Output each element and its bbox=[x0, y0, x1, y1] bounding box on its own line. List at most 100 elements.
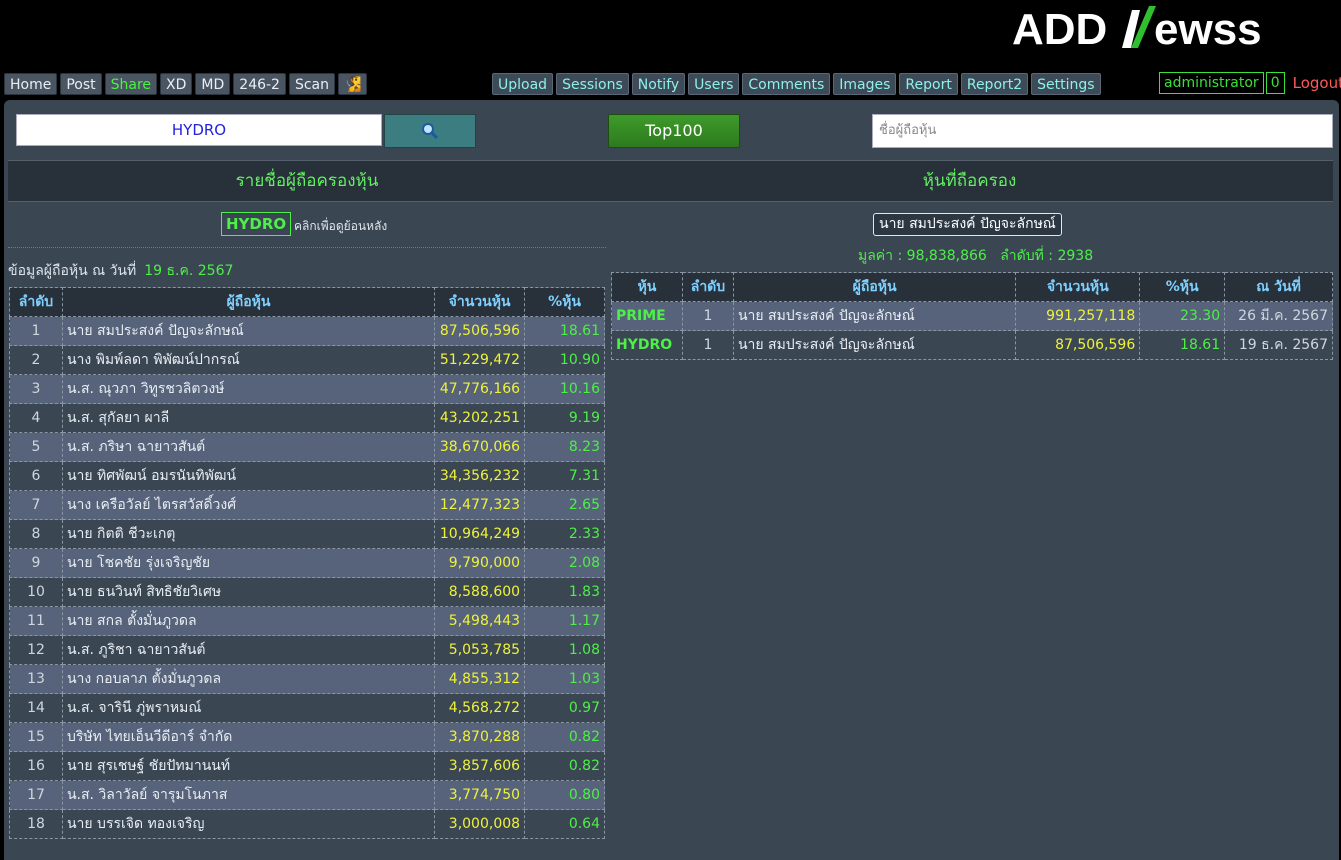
holder-name-link[interactable]: นาย ธนวินท์ สิทธิชัยวิเศษ bbox=[61, 577, 436, 607]
holdings-col-header: หุ้น bbox=[611, 272, 683, 302]
holder-name-link[interactable]: นาย ทิศพัฒน์ อมรนันทิพัฒน์ bbox=[61, 461, 436, 491]
holder-pct: 18.61 bbox=[524, 316, 605, 346]
holder-name-link[interactable]: นาง กอบลาภ ตั้งมั่นภูวดล bbox=[61, 664, 436, 694]
holders-col-header: ลำดับ bbox=[9, 287, 63, 317]
holder-row[interactable]: 6 นาย ทิศพัฒน์ อมรนันทิพัฒน์ 34,356,232 7.3… bbox=[9, 461, 605, 491]
holder-shares: 10,964,249 bbox=[434, 519, 526, 549]
nav-home-button[interactable]: Home bbox=[4, 73, 58, 95]
holding-row[interactable]: PRIME 1 นาย สมประสงค์ ปัญจะลักษณ์ 991,257,1… bbox=[611, 301, 1333, 331]
holding-stock-link[interactable]: HYDRO bbox=[611, 330, 683, 360]
top100-button[interactable]: Top100 bbox=[608, 114, 740, 148]
holder-shares: 9,790,000 bbox=[434, 548, 526, 578]
holder-shares: 47,776,166 bbox=[434, 374, 526, 404]
holder-name-link[interactable]: นาง เครือวัลย์ ไตรสวัสดิ์วงศ์ bbox=[61, 490, 436, 520]
holder-row[interactable]: 2 นาง พิมพ์ลดา พิพัฒน์ปากรณ์ 51,229,472 10.… bbox=[9, 345, 605, 375]
holder-rank: 4 bbox=[9, 403, 63, 433]
holder-name-link[interactable]: น.ส. สุกัลยา ผาลี bbox=[61, 403, 436, 433]
logo-text-add: ADD bbox=[1012, 5, 1107, 50]
holder-row[interactable]: 16 นาย สุรเชษฐ์ ชัยปัทมานนท์ 3,857,606 0.82 bbox=[9, 751, 605, 781]
holder-shares: 3,870,288 bbox=[434, 722, 526, 752]
holder-shares: 34,356,232 bbox=[434, 461, 526, 491]
holder-row[interactable]: 12 น.ส. ภูริชา ฉายาวสันต์ 5,053,785 1.08 bbox=[9, 635, 605, 665]
holders-col-header: จำนวนหุ้น bbox=[434, 287, 526, 317]
holder-pct: 1.03 bbox=[524, 664, 605, 694]
holder-name-link[interactable]: นาง พิมพ์ลดา พิพัฒน์ปากรณ์ bbox=[61, 345, 436, 375]
holding-stock-link[interactable]: PRIME bbox=[611, 301, 683, 331]
holder-name-link[interactable]: น.ส. วิลาวัลย์ จารุมโนภาส bbox=[61, 780, 436, 810]
holding-rank: 1 bbox=[681, 301, 734, 331]
nav-sessions-button[interactable]: Sessions bbox=[556, 73, 629, 95]
holding-row[interactable]: HYDRO 1 นาย สมประสงค์ ปัญจะลักษณ์ 87,506,59… bbox=[611, 330, 1333, 360]
holder-name-link[interactable]: นาย สุรเชษฐ์ ชัยปัทมานนท์ bbox=[61, 751, 436, 781]
holder-row[interactable]: 13 นาง กอบลาภ ตั้งมั่นภูวดล 4,855,312 1.03 bbox=[9, 664, 605, 694]
stock-history-link[interactable]: HYDRO bbox=[221, 212, 292, 236]
holder-name-link[interactable]: นาย สกล ตั้งมั่นภูวดล bbox=[61, 606, 436, 636]
nav-comments-button[interactable]: Comments bbox=[742, 73, 831, 95]
nav-images-button[interactable]: Images bbox=[833, 73, 897, 95]
holder-row[interactable]: 5 น.ส. ภริษา ฉายาวสันต์ 38,670,066 8.23 bbox=[9, 432, 605, 462]
holdings-col-header: ณ วันที่ bbox=[1224, 272, 1333, 302]
logout-link[interactable]: Logout bbox=[1293, 74, 1341, 92]
user-name-button[interactable]: administrator bbox=[1159, 72, 1264, 94]
holder-row[interactable]: 3 น.ส. ณุวภา วิทูรชวลิตวงษ์ 47,776,166 10.1… bbox=[9, 374, 605, 404]
holder-row[interactable]: 1 นาย สมประสงค์ ปัญจะลักษณ์ 87,506,596 18.6… bbox=[9, 316, 605, 346]
holdings-col-header: ลำดับ bbox=[681, 272, 734, 302]
holder-search-input[interactable]: ชื่อผู้ถือหุ้น bbox=[872, 114, 1333, 148]
holder-row[interactable]: 9 นาย โชคชัย รุ่งเจริญชัย 9,790,000 2.08 bbox=[9, 548, 605, 578]
holder-shares: 4,568,272 bbox=[434, 693, 526, 723]
holder-row[interactable]: 8 นาย กิตติ ชีวะเกตุ 10,964,249 2.33 bbox=[9, 519, 605, 549]
notification-count[interactable]: 0 bbox=[1265, 72, 1285, 94]
holder-shares: 5,498,443 bbox=[434, 606, 526, 636]
holder-name-link[interactable]: นาย สมประสงค์ ปัญจะลักษณ์ bbox=[61, 316, 436, 346]
holder-name-link[interactable]: น.ส. จารินี ภู่พราหมณ์ bbox=[61, 693, 436, 723]
nav-users-button[interactable]: Users bbox=[688, 73, 740, 95]
holding-holder-name: นาย สมประสงค์ ปัญจะลักษณ์ bbox=[732, 330, 1017, 360]
nav-scan-button[interactable]: Scan bbox=[288, 73, 336, 95]
nav---button[interactable]: 🧏 bbox=[338, 73, 368, 95]
nav-settings-button[interactable]: Settings bbox=[1031, 73, 1101, 95]
holder-pct: 8.23 bbox=[524, 432, 605, 462]
holding-rank: 1 bbox=[681, 330, 734, 360]
holder-name-link[interactable]: น.ส. ภริษา ฉายาวสันต์ bbox=[61, 432, 436, 462]
holder-rank: 2 bbox=[9, 345, 63, 375]
nav-report2-button[interactable]: Report2 bbox=[960, 73, 1029, 95]
holdings-section-title: หุ้นที่ถือครอง bbox=[606, 160, 1333, 202]
holder-row[interactable]: 17 น.ส. วิลาวัลย์ จารุมโนภาส 3,774,750 0.80 bbox=[9, 780, 605, 810]
holder-row[interactable]: 11 นาย สกล ตั้งมั่นภูวดล 5,498,443 1.17 bbox=[9, 606, 605, 636]
holder-rank: 10 bbox=[9, 577, 63, 607]
holder-row[interactable]: 7 นาง เครือวัลย์ ไตรสวัสดิ์วงศ์ 12,477,323… bbox=[9, 490, 605, 520]
nav-upload-button[interactable]: Upload bbox=[492, 73, 554, 95]
nav-246-2-button[interactable]: 246-2 bbox=[233, 73, 286, 95]
holder-name-link[interactable]: น.ส. ภูริชา ฉายาวสันต์ bbox=[61, 635, 436, 665]
ad-banner bbox=[3, 0, 853, 54]
nav-share-button[interactable]: Share bbox=[104, 73, 158, 95]
holders-table: ลำดับ ผู้ถือหุ้น จำนวนหุ้น %หุ้น 1 นาย สมประ… bbox=[9, 287, 605, 839]
nav-post-button[interactable]: Post bbox=[60, 73, 102, 95]
holder-name-link[interactable]: น.ส. ณุวภา วิทูรชวลิตวงษ์ bbox=[61, 374, 436, 404]
holder-row[interactable]: 18 นาย บรรเจิด ทองเจริญ 3,000,008 0.64 bbox=[9, 809, 605, 839]
holder-row[interactable]: 4 น.ส. สุกัลยา ผาลี 43,202,251 9.19 bbox=[9, 403, 605, 433]
nav-notify-button[interactable]: Notify bbox=[631, 73, 686, 95]
holder-rank: 1 bbox=[9, 316, 63, 346]
holder-name-link[interactable]: นาย บรรเจิด ทองเจริญ bbox=[61, 809, 436, 839]
holder-pct: 2.65 bbox=[524, 490, 605, 520]
nav-report-button[interactable]: Report bbox=[899, 73, 958, 95]
holder-row[interactable]: 14 น.ส. จารินี ภู่พราหมณ์ 4,568,272 0.97 bbox=[9, 693, 605, 723]
holder-name-link[interactable]: นาย โชคชัย รุ่งเจริญชัย bbox=[61, 548, 436, 578]
holder-shares: 3,857,606 bbox=[434, 751, 526, 781]
search-button[interactable] bbox=[384, 114, 476, 148]
main-panel: HYDRO Top100 ชื่อผู้ถือหุ้น รายชื่อผู้ถื… bbox=[4, 100, 1339, 860]
nav-md-button[interactable]: MD bbox=[195, 73, 231, 95]
nav-xd-button[interactable]: XD bbox=[160, 73, 193, 95]
holder-pct: 0.64 bbox=[524, 809, 605, 839]
stock-search-input[interactable]: HYDRO bbox=[16, 114, 382, 146]
holder-name-link[interactable]: บริษัท ไทยเอ็นวีดีอาร์ จำกัด bbox=[61, 722, 436, 752]
holder-row[interactable]: 10 นาย ธนวินท์ สิทธิชัยวิเศษ 8,588,600 1.83 bbox=[9, 577, 605, 607]
holder-name-link[interactable]: นาย กิตติ ชีวะเกตุ bbox=[61, 519, 436, 549]
holder-rank: 17 bbox=[9, 780, 63, 810]
holder-row[interactable]: 15 บริษัท ไทยเอ็นวีดีอาร์ จำกัด 3,870,288 0… bbox=[9, 722, 605, 752]
holder-shares: 8,588,600 bbox=[434, 577, 526, 607]
holder-pct: 0.80 bbox=[524, 780, 605, 810]
holder-rank: 13 bbox=[9, 664, 63, 694]
holder-rank: 14 bbox=[9, 693, 63, 723]
